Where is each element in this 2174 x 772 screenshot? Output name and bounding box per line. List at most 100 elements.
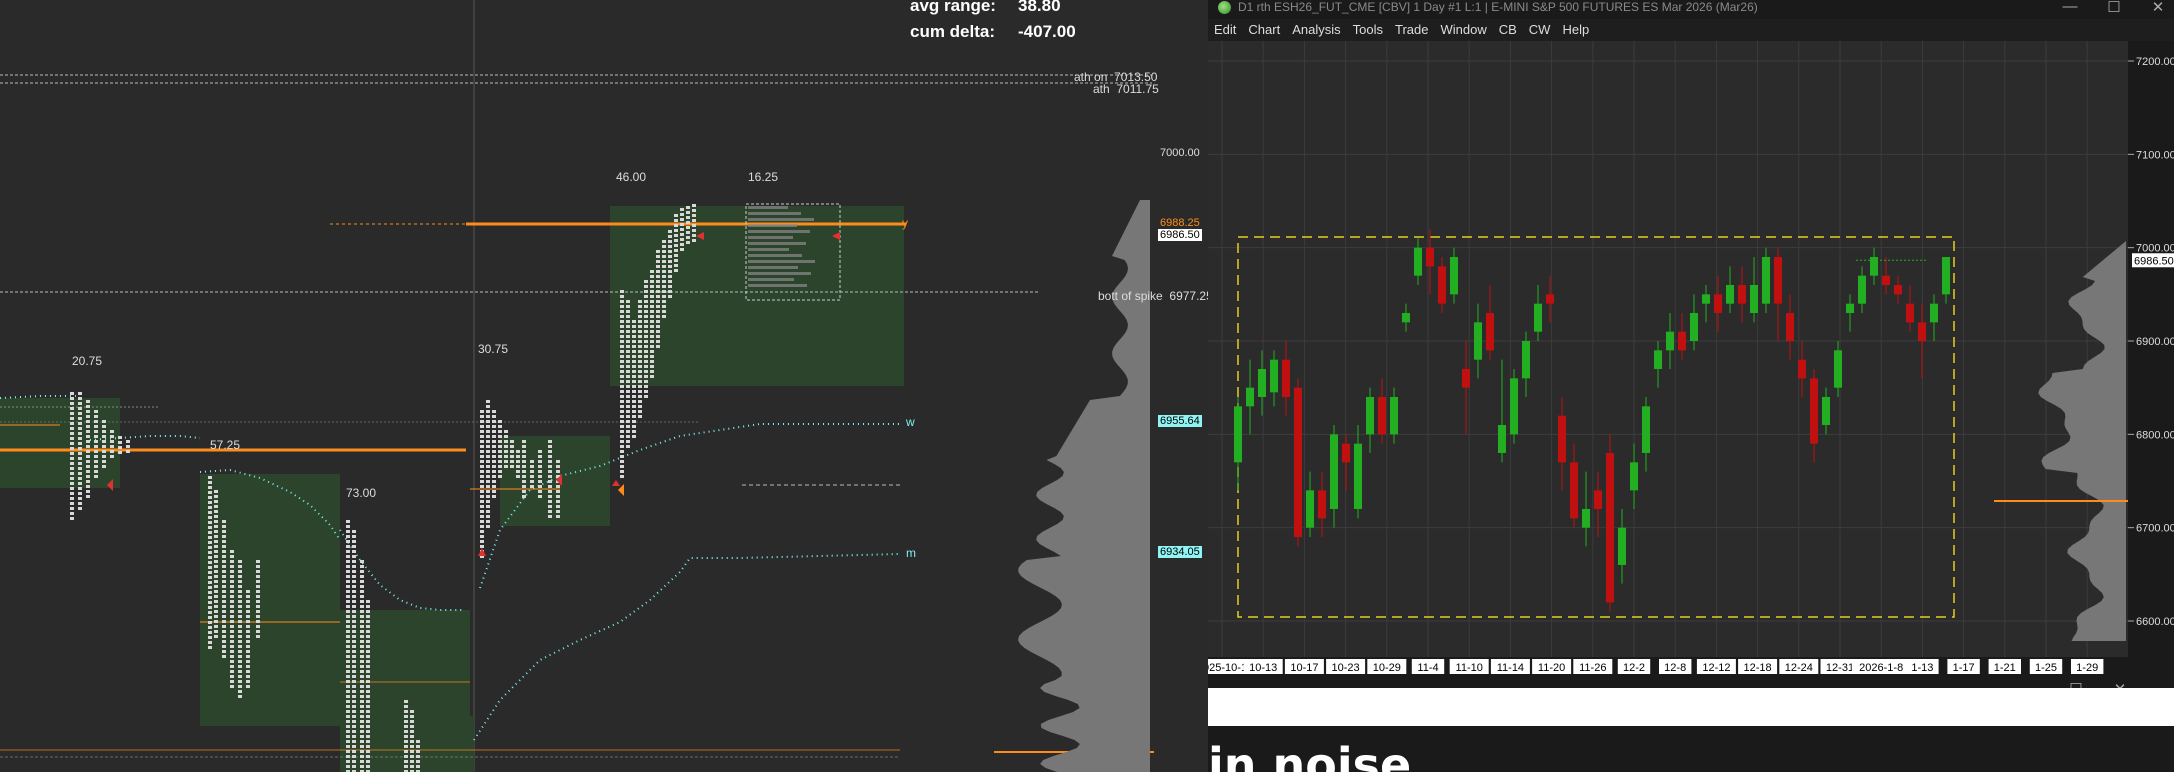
candle-body: [1606, 453, 1614, 603]
range-label: 20.75: [72, 354, 103, 368]
candle-body: [1822, 397, 1830, 425]
date-axis-label: 11-14: [1497, 662, 1524, 674]
menu-cb[interactable]: CB: [1499, 19, 1517, 41]
candle-body: [1234, 406, 1242, 463]
price-axis-label: 6600.00: [2136, 616, 2174, 628]
date-axis-label: 2026-1-8: [1859, 662, 1903, 674]
candle-body: [1882, 275, 1890, 285]
cum-delta-value: -407.00: [1018, 22, 1076, 41]
candle-body: [1402, 313, 1410, 323]
candle-body: [1378, 397, 1386, 435]
date-axis-label: 12-2: [1623, 662, 1645, 674]
candlestick-chart[interactable]: 7200.00 7100.00 7000.00 6900.00 6800.00 6700.…: [1208, 41, 2174, 675]
candle-body: [1534, 303, 1542, 332]
date-axis-label: 10-29: [1373, 662, 1401, 674]
globe-icon: [1218, 1, 1231, 14]
candle-body: [1834, 350, 1842, 388]
date-axis-label: 12-31: [1826, 662, 1854, 674]
value-area-box: [500, 436, 610, 526]
candle-body: [1306, 490, 1314, 528]
candle-body: [1246, 387, 1254, 407]
candle-body: [1294, 387, 1302, 537]
window-titlebar[interactable]: D1 rth ESH26_FUT_CME [CBV] 1 Day #1 L:1 …: [1208, 0, 2174, 16]
candle-body: [1318, 490, 1326, 519]
candle-body: [1906, 303, 1914, 323]
range-label: 46.00: [616, 170, 647, 184]
menu-window[interactable]: Window: [1440, 19, 1486, 41]
letter-y: y: [902, 216, 908, 230]
menu-cw[interactable]: CW: [1529, 19, 1551, 41]
candle-body: [1486, 313, 1494, 351]
cum-delta-label: cum delta:: [910, 22, 996, 41]
menu-chart[interactable]: Chart: [1248, 19, 1280, 41]
menu-bar: Edit Chart Analysis Tools Trade Window CB CW Hel…: [1208, 19, 2174, 41]
menu-edit[interactable]: Edit: [1214, 19, 1236, 41]
candle-body: [1798, 359, 1806, 379]
price-axis-label: 6800.00: [2136, 429, 2174, 441]
candle-body: [1474, 322, 1482, 360]
candle-body: [1702, 294, 1710, 304]
candle-body: [1258, 369, 1266, 397]
price-m-level: 6934.05: [1158, 546, 1202, 558]
date-axis-label: 11-4: [1417, 662, 1438, 674]
candle-body: [1450, 257, 1458, 295]
bott-of-spike-label: bott of spike 6977.25: [1098, 289, 1208, 303]
price-w-level: 6955.64: [1158, 415, 1202, 427]
market-profile-chart[interactable]: avg range: 38.80 cum delta: -407.00 ath …: [0, 0, 1208, 772]
avg-range-label: avg range:: [910, 0, 996, 15]
candle-body: [1354, 443, 1362, 509]
value-area-box: [200, 474, 340, 726]
candle-body: [1366, 397, 1374, 435]
candle-body: [1690, 313, 1698, 341]
candle-body: [1570, 462, 1578, 519]
candle-body: [1918, 322, 1926, 341]
candle-body: [1774, 257, 1782, 304]
range-label: 30.75: [478, 342, 509, 356]
value-area-box: [426, 716, 474, 772]
candle-body: [1462, 369, 1470, 388]
date-axis-label: 12-18: [1744, 662, 1772, 674]
menu-help[interactable]: Help: [1562, 19, 1589, 41]
menu-tools[interactable]: Tools: [1353, 19, 1383, 41]
candle-body: [1390, 397, 1398, 435]
range-label: 73.00: [346, 486, 377, 500]
candle-body: [1558, 415, 1566, 463]
price-axis-label: 7100.00: [2136, 149, 2174, 161]
candle-body: [1510, 378, 1518, 435]
date-axis-label: 1-25: [2035, 662, 2057, 674]
maximize-button[interactable]: ☐: [2102, 0, 2126, 16]
date-axis-label: 10-17: [1290, 662, 1318, 674]
date-axis-label: 11-10: [1456, 662, 1483, 674]
candle-body: [1270, 359, 1278, 393]
candle-body: [1762, 257, 1770, 304]
daily-chart-window[interactable]: D1 rth ESH26_FUT_CME [CBV] 1 Day #1 L:1 …: [1208, 0, 2174, 772]
candle-body: [1930, 303, 1938, 323]
menu-trade[interactable]: Trade: [1395, 19, 1428, 41]
candle-body: [1678, 331, 1686, 351]
date-axis-label: 1-13: [1911, 662, 1933, 674]
candle-body: [1750, 285, 1758, 313]
candle-body: [1522, 341, 1530, 379]
date-axis-label: 10-13: [1249, 662, 1277, 674]
candle-body: [1594, 490, 1602, 509]
price-axis-label: 6900.00: [2136, 336, 2174, 348]
menu-analysis[interactable]: Analysis: [1292, 19, 1340, 41]
candle-body: [1666, 331, 1674, 351]
current-price-tag: 6986.50: [2134, 255, 2174, 267]
candle-body: [1654, 350, 1662, 369]
date-axis-label: 12-8: [1664, 662, 1686, 674]
candle-body: [1426, 247, 1434, 267]
avg-range-value: 38.80: [1018, 0, 1061, 15]
candle-body: [1714, 294, 1722, 313]
candle-body: [1618, 527, 1626, 565]
date-axis-label: 1-17: [1953, 662, 1975, 674]
date-axis-label: 1-21: [1994, 662, 2016, 674]
minimize-button[interactable]: —: [2058, 0, 2082, 15]
candle-body: [1342, 443, 1350, 463]
candle-body: [1414, 247, 1422, 276]
date-axis-label: 12-24: [1785, 662, 1813, 674]
candle-body: [1282, 359, 1290, 397]
close-button[interactable]: ✕: [2146, 0, 2170, 16]
candle-body: [1546, 294, 1554, 304]
text-area[interactable]: [1208, 688, 2174, 726]
